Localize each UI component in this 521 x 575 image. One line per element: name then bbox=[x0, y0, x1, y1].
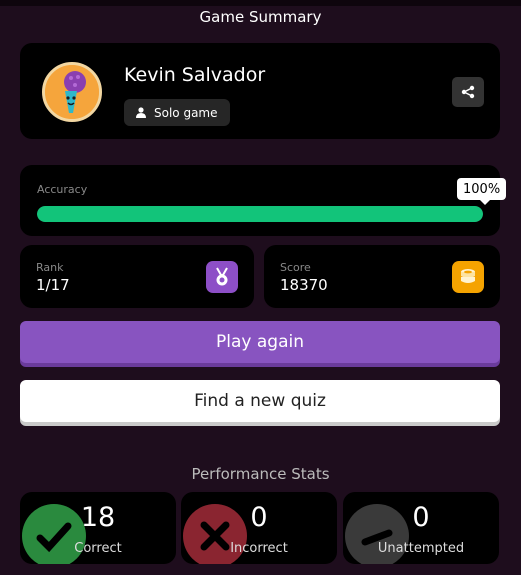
unattempted-stat-card: 0 Unattempted bbox=[343, 492, 499, 564]
incorrect-label: Incorrect bbox=[230, 541, 288, 556]
incorrect-stat-card: 0 Incorrect bbox=[181, 492, 337, 564]
medal-icon bbox=[206, 261, 238, 293]
game-mode-badge: Solo game bbox=[124, 99, 230, 126]
score-label: Score bbox=[280, 261, 311, 274]
player-name: Kevin Salvador bbox=[124, 64, 266, 86]
game-mode-label: Solo game bbox=[154, 105, 218, 120]
score-value: 18370 bbox=[280, 276, 328, 294]
accuracy-bar bbox=[37, 206, 483, 222]
unattempted-count: 0 bbox=[412, 502, 430, 533]
user-icon bbox=[136, 107, 146, 118]
accuracy-label: Accuracy bbox=[37, 183, 88, 196]
rank-card: Rank 1/17 bbox=[20, 245, 254, 308]
microphone-avatar-icon bbox=[45, 65, 99, 119]
correct-stat-card: 18 Correct bbox=[20, 492, 176, 564]
correct-count: 18 bbox=[80, 502, 116, 533]
unattempted-label: Unattempted bbox=[377, 541, 465, 556]
top-bar bbox=[0, 0, 521, 6]
share-button[interactable] bbox=[452, 77, 484, 107]
incorrect-count: 0 bbox=[250, 502, 268, 533]
accuracy-value-badge: 100% bbox=[457, 178, 507, 205]
rank-value: 1/17 bbox=[36, 276, 70, 294]
profile-card: Kevin Salvador Solo game bbox=[20, 43, 500, 139]
page-title: Game Summary bbox=[199, 8, 322, 26]
avatar bbox=[42, 62, 102, 122]
find-new-quiz-button[interactable]: Find a new quiz bbox=[20, 380, 500, 422]
accuracy-card: Accuracy 100% bbox=[20, 165, 507, 236]
coins-icon bbox=[452, 261, 484, 293]
rank-label: Rank bbox=[36, 261, 64, 274]
score-card: Score 18370 bbox=[264, 245, 500, 308]
correct-label: Correct bbox=[74, 541, 122, 556]
share-icon bbox=[461, 85, 475, 99]
performance-stats-title: Performance Stats bbox=[191, 465, 330, 483]
play-again-button[interactable]: Play again bbox=[20, 321, 500, 363]
accuracy-bar-fill bbox=[37, 206, 483, 222]
